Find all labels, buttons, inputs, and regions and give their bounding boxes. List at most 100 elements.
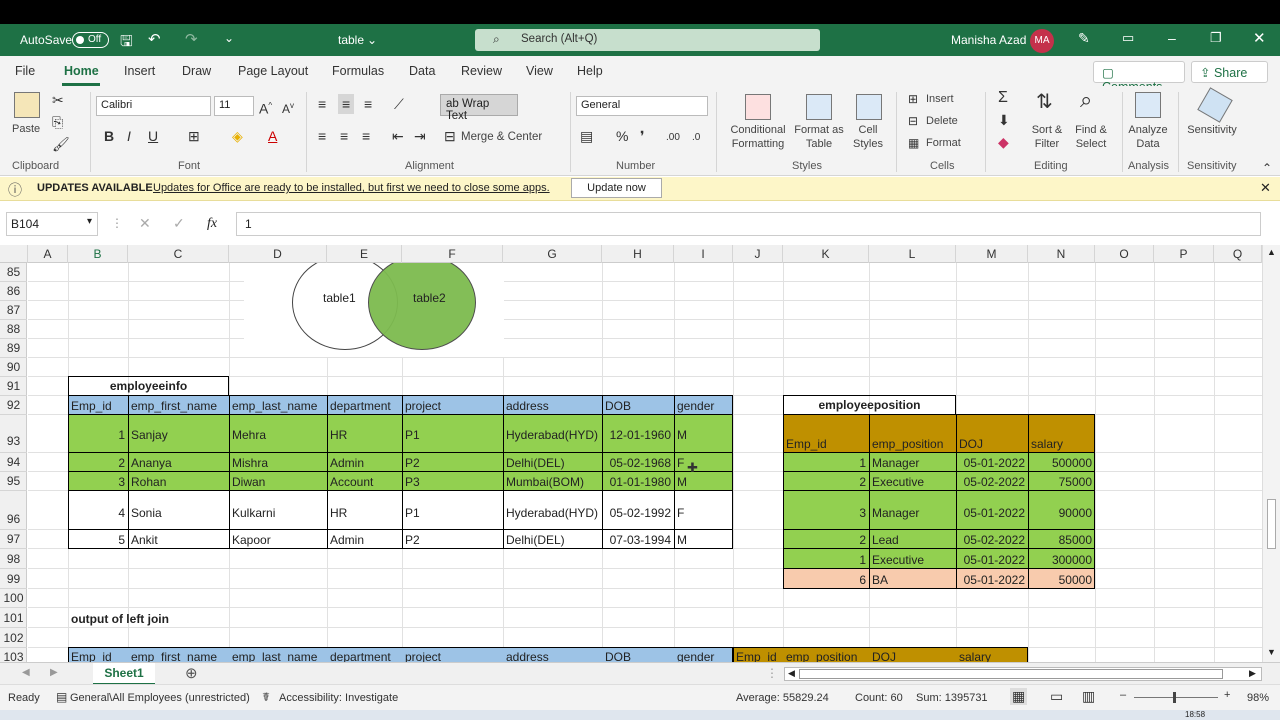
tab-file[interactable]: File <box>15 64 35 78</box>
col-header-g[interactable]: G <box>503 245 602 263</box>
salary-cell[interactable]: 50000 <box>1029 573 1094 587</box>
position-cell[interactable]: BA <box>870 573 890 587</box>
project-cell[interactable]: P2 <box>403 456 422 470</box>
font-size-dropdown[interactable]: 11 <box>214 96 254 116</box>
project-cell[interactable]: P1 <box>403 428 422 442</box>
conditional-formatting-icon[interactable] <box>745 94 771 120</box>
file-name[interactable]: table <box>338 33 364 47</box>
user-name[interactable]: Manisha Azad <box>951 33 1026 47</box>
employeeinfo-title[interactable]: employeeinfo <box>68 376 229 396</box>
sensitivity-button-label[interactable]: Sensitivity <box>1186 123 1238 137</box>
tab-draw[interactable]: Draw <box>182 64 211 78</box>
emp-id-cell[interactable]: 3 <box>784 506 868 520</box>
header-cell[interactable]: Emp_id <box>784 437 829 451</box>
tab-page-layout[interactable]: Page Layout <box>238 64 308 78</box>
next-sheet-icon[interactable]: ▶ <box>50 667 58 678</box>
find-select-icon[interactable]: ⌕ <box>1080 89 1092 111</box>
gender-cell[interactable]: F <box>675 456 686 470</box>
employeeposition-title[interactable]: employeeposition <box>783 395 956 415</box>
align-center-icon[interactable]: ≡ <box>340 128 348 144</box>
doj-cell[interactable]: 05-02-2022 <box>957 533 1027 547</box>
emp-id-cell[interactable]: 1 <box>784 553 868 567</box>
last-name-cell[interactable]: Diwan <box>230 475 267 489</box>
bold-icon[interactable]: B <box>104 128 114 144</box>
row-header[interactable]: 89 <box>0 339 27 358</box>
tab-view[interactable]: View <box>526 64 553 78</box>
doj-cell[interactable]: 05-01-2022 <box>957 506 1027 520</box>
cancel-icon[interactable]: ✕ <box>139 215 151 232</box>
row-header[interactable]: 95 <box>0 472 27 491</box>
col-header-h[interactable]: H <box>602 245 674 263</box>
row-header[interactable]: 91 <box>0 377 27 396</box>
sort-filter-label[interactable]: Sort & Filter <box>1028 123 1066 151</box>
header-cell[interactable]: project <box>403 650 443 662</box>
header-cell[interactable]: emp_first_name <box>129 399 219 413</box>
minimize-icon[interactable]: – <box>1168 30 1176 46</box>
gender-cell[interactable]: M <box>675 533 689 547</box>
row-header[interactable]: 100 <box>0 589 27 608</box>
align-bottom-icon[interactable]: ≡ <box>364 96 372 112</box>
salary-cell[interactable]: 75000 <box>1029 475 1094 489</box>
row-header[interactable]: 103 <box>0 648 27 664</box>
conditional-formatting-label[interactable]: Conditional Formatting <box>726 123 790 151</box>
col-header-f[interactable]: F <box>402 245 503 263</box>
percent-icon[interactable]: % <box>616 128 628 144</box>
increase-font-icon[interactable]: A^ <box>259 98 272 117</box>
scroll-thumb[interactable] <box>1267 499 1276 549</box>
emp-id-cell[interactable]: 4 <box>69 506 127 520</box>
autosave-toggle[interactable]: Off <box>72 32 109 48</box>
emp-id-cell[interactable]: 1 <box>784 456 868 470</box>
find-select-label[interactable]: Find & Select <box>1070 123 1112 151</box>
horizontal-scrollbar[interactable]: ◀ ▶ <box>784 667 1262 681</box>
format-as-table-label[interactable]: Format as Table <box>793 123 845 151</box>
scroll-left-icon[interactable]: ◀ <box>788 668 795 679</box>
paste-icon[interactable] <box>14 92 40 118</box>
salary-cell[interactable]: 300000 <box>1029 553 1094 567</box>
zoom-out-icon[interactable]: – <box>1120 689 1126 701</box>
restore-icon[interactable]: ❐ <box>1210 30 1222 46</box>
dob-cell[interactable]: 05-02-1992 <box>603 506 673 520</box>
col-header-o[interactable]: O <box>1095 245 1154 263</box>
align-left-icon[interactable]: ≡ <box>318 128 326 144</box>
gender-cell[interactable]: M <box>675 428 689 442</box>
position-cell[interactable]: Lead <box>870 533 901 547</box>
position-cell[interactable]: Manager <box>870 456 921 470</box>
row-header[interactable]: 102 <box>0 628 27 648</box>
insert-cells-icon[interactable]: ⊞ <box>908 91 918 107</box>
col-header-n[interactable]: N <box>1028 245 1095 263</box>
customize-qat-icon[interactable]: ⌄ <box>224 31 234 45</box>
collapse-ribbon-icon[interactable]: ⌃ <box>1262 160 1272 176</box>
row-header[interactable]: 93 <box>0 415 27 453</box>
format-painter-icon[interactable]: 🖌 <box>52 136 70 152</box>
header-cell[interactable]: salary <box>1029 437 1065 451</box>
emp-id-cell[interactable]: 2 <box>784 475 868 489</box>
worksheet-grid[interactable]: table1 table2 employeeinfo Emp_id emp_fi… <box>28 263 1262 662</box>
normal-view-icon[interactable]: ▦ <box>1010 688 1028 705</box>
salary-cell[interactable]: 500000 <box>1029 456 1094 470</box>
header-cell[interactable]: DOB <box>603 399 633 413</box>
analyze-data-icon[interactable] <box>1135 92 1161 118</box>
sort-filter-icon[interactable]: ⇅ <box>1036 92 1053 112</box>
format-cells-label[interactable]: Format <box>926 136 961 150</box>
name-box[interactable]: B104 <box>6 212 98 236</box>
header-cell[interactable]: address <box>504 399 551 413</box>
share-button[interactable]: ⇪ Share <box>1191 61 1268 83</box>
info-message[interactable]: Updates for Office are ready to be insta… <box>153 182 550 194</box>
last-name-cell[interactable]: Kapoor <box>230 533 273 547</box>
borders-icon[interactable]: ⊞ <box>188 128 200 144</box>
filename-chevron-icon[interactable]: ⌄ <box>367 33 377 47</box>
gender-cell[interactable]: F <box>675 506 686 520</box>
doj-cell[interactable]: 05-01-2022 <box>957 573 1027 587</box>
col-header-c[interactable]: C <box>128 245 229 263</box>
address-cell[interactable]: Hyderabad(HYD) <box>504 428 600 442</box>
namebox-chevron-icon[interactable]: ▾ <box>87 216 92 227</box>
dob-cell[interactable]: 07-03-1994 <box>603 533 673 547</box>
copy-icon[interactable]: ⎘ <box>52 114 63 130</box>
header-cell[interactable]: emp_first_name <box>129 650 219 662</box>
tab-insert[interactable]: Insert <box>124 64 155 78</box>
sheet-tab-sheet1[interactable]: Sheet1 <box>93 663 155 685</box>
decrease-decimal-icon[interactable]: .0 <box>692 130 700 146</box>
fill-color-icon[interactable]: ◈ <box>232 128 243 144</box>
format-cells-icon[interactable]: ▦ <box>908 135 919 151</box>
row-header[interactable]: 86 <box>0 282 27 301</box>
